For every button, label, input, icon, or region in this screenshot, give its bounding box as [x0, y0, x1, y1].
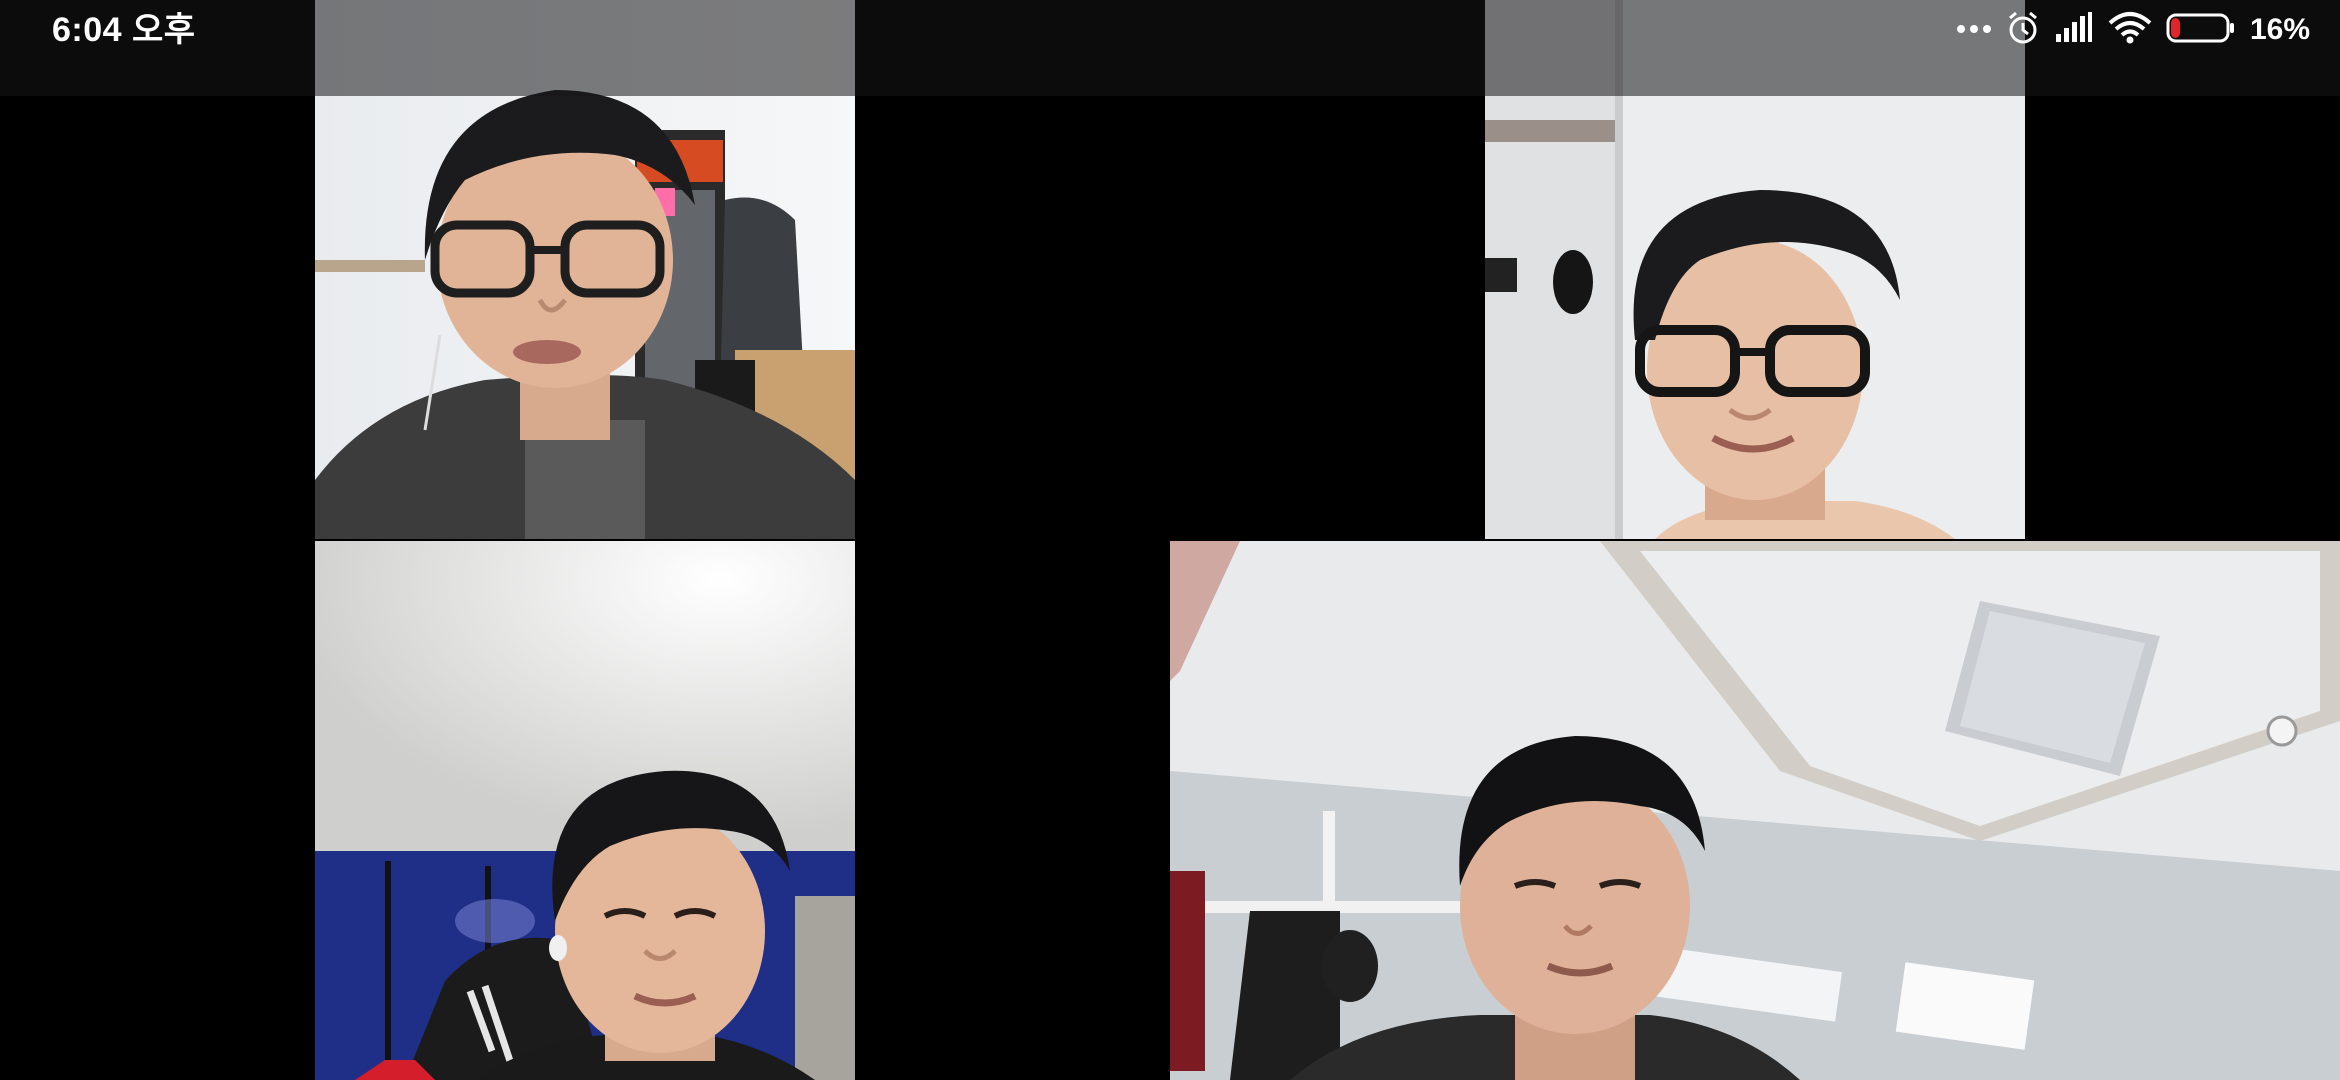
cell-signal-icon — [2054, 11, 2094, 49]
battery-percentage: 16% — [2249, 13, 2310, 46]
status-bar: 6:04 오후 16% — [0, 0, 2340, 96]
alarm-icon — [2006, 10, 2040, 51]
video-call-screen: 6:04 오후 16% — [0, 0, 2340, 1080]
battery-icon — [2166, 12, 2236, 49]
participant-video-feed — [1170, 541, 2340, 1080]
participant-video-feed — [315, 541, 855, 1080]
status-icons: 16% — [1956, 10, 2310, 50]
participant-video-tile[interactable] — [315, 541, 855, 1080]
status-clock: 6:04 오후 — [52, 11, 196, 49]
participant-video-tile[interactable] — [1170, 541, 2340, 1080]
wifi-icon — [2108, 11, 2152, 50]
more-dots-icon — [1956, 21, 1992, 39]
